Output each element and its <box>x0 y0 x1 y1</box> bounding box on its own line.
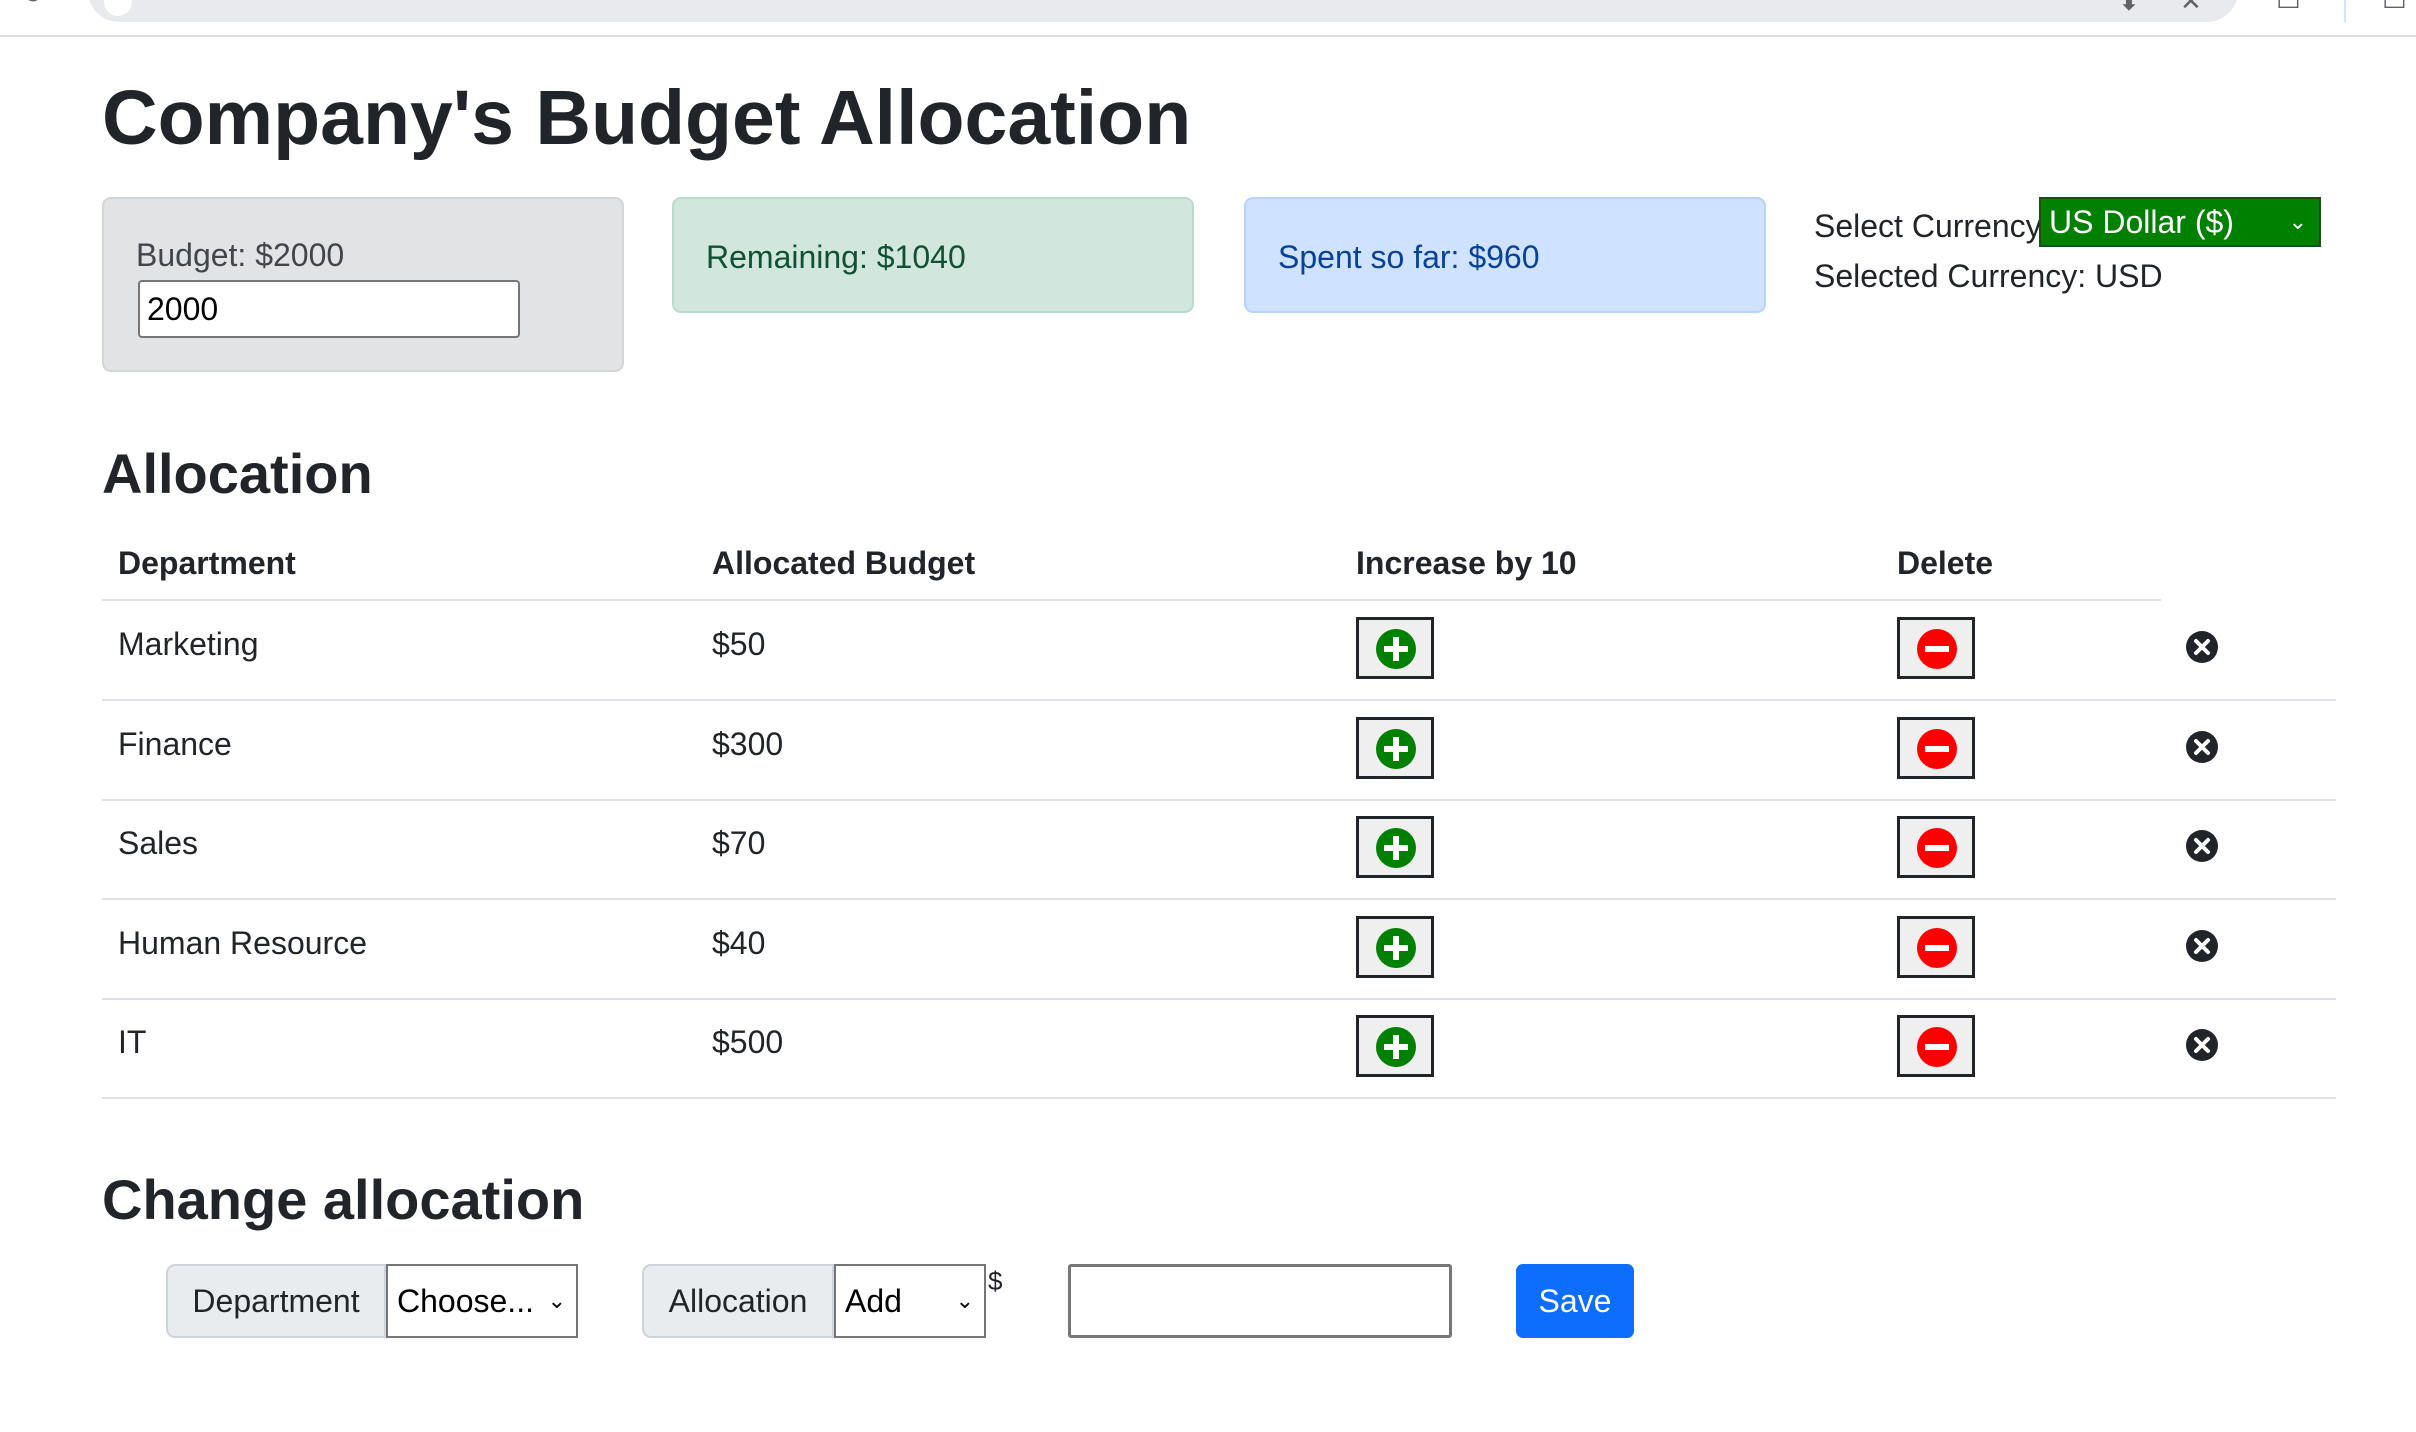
minus-circle-icon <box>1917 927 1957 968</box>
site-info-icon[interactable] <box>104 0 132 16</box>
minus-circle-icon <box>1917 828 1957 868</box>
table-row: Finance $300 <box>102 701 2336 801</box>
table-row: Human Resource $40 <box>102 900 2336 1000</box>
spent-label: Spent so far: $960 <box>1278 239 1540 275</box>
x-circle-icon[interactable] <box>2186 830 2218 862</box>
currency-select-label: Select Currency: <box>1814 208 2051 244</box>
budget-card: Budget: $2000 2000 <box>102 197 624 372</box>
decrease-button[interactable] <box>1897 716 1975 779</box>
department-field-label: Department <box>166 1264 386 1338</box>
decrease-button[interactable] <box>1897 617 1975 679</box>
increase-button[interactable] <box>1356 1015 1434 1077</box>
department-select[interactable]: Choose... ⌄ <box>386 1264 578 1338</box>
table-row: Marketing $50 <box>102 601 2336 701</box>
install-icon[interactable]: ⬇ <box>2118 0 2140 17</box>
plus-circle-icon <box>1376 828 1416 868</box>
table-row: IT $500 <box>102 999 2336 1099</box>
increase-button[interactable] <box>1356 716 1434 779</box>
plus-circle-icon <box>1376 927 1416 968</box>
currency-symbol: $ <box>988 1266 1003 1296</box>
column-header-allocated-budget: Allocated Budget <box>712 545 976 581</box>
x-circle-icon[interactable] <box>2186 631 2218 663</box>
department-cell: IT <box>118 1024 147 1060</box>
allocation-field-label: Allocation <box>642 1264 834 1338</box>
allocated-budget-cell: $40 <box>712 924 766 961</box>
remaining-card: Remaining: $1040 <box>672 197 1194 313</box>
department-cell: Human Resource <box>118 924 367 961</box>
decrease-button[interactable] <box>1897 1015 1975 1077</box>
remaining-label: Remaining: $1040 <box>706 239 966 275</box>
increase-button[interactable] <box>1356 816 1434 878</box>
x-circle-icon[interactable] <box>2186 1029 2218 1061</box>
chevron-down-icon: ⌄ <box>547 1288 566 1313</box>
currency-select-value: US Dollar ($) <box>2049 204 2234 240</box>
increase-button[interactable] <box>1356 617 1434 679</box>
decrease-button[interactable] <box>1897 816 1975 878</box>
allocated-budget-cell: $300 <box>712 725 784 762</box>
allocated-budget-cell: $70 <box>712 825 766 861</box>
budget-input[interactable]: 2000 <box>138 280 520 338</box>
tab-search-icon[interactable]: ▭ <box>2276 0 2301 17</box>
allocation-type-select-value: Add <box>845 1283 902 1319</box>
change-allocation-heading: Change allocation <box>102 1168 585 1231</box>
minus-circle-icon <box>1917 629 1957 669</box>
decrease-button[interactable] <box>1897 915 1975 978</box>
department-cell: Sales <box>118 825 199 861</box>
budget-label: Budget: $2000 <box>136 237 345 273</box>
reload-icon[interactable] <box>22 0 44 12</box>
column-header-delete: Delete <box>1897 545 1994 581</box>
profile-icon[interactable]: ▭ <box>2382 0 2407 17</box>
browser-toolbar: ⬇ ✕ ▭ ▭ <box>0 0 2416 37</box>
minus-circle-icon <box>1917 728 1957 769</box>
chevron-down-icon: ⌄ <box>2288 209 2307 234</box>
department-cell: Finance <box>118 725 232 762</box>
spent-card: Spent so far: $960 <box>1244 197 1766 313</box>
x-circle-icon[interactable] <box>2186 929 2218 962</box>
department-cell: Marketing <box>118 626 259 662</box>
department-select-value: Choose... <box>397 1283 534 1319</box>
save-button[interactable]: Save <box>1516 1264 1634 1338</box>
minus-circle-icon <box>1917 1027 1957 1067</box>
page-title: Company's Budget Allocation <box>102 75 1192 161</box>
column-header-department: Department <box>118 545 296 581</box>
increase-button[interactable] <box>1356 915 1434 978</box>
toolbar-divider <box>2344 0 2346 22</box>
column-header-increase: Increase by 10 <box>1356 545 1577 581</box>
chevron-down-icon: ⌄ <box>955 1288 974 1313</box>
plus-circle-icon <box>1376 1027 1416 1067</box>
bookmark-star-icon[interactable]: ✕ <box>2180 0 2202 17</box>
allocated-budget-cell: $500 <box>712 1024 784 1060</box>
selected-currency-text: Selected Currency: USD <box>1814 258 2163 294</box>
plus-circle-icon <box>1376 629 1416 669</box>
amount-input[interactable] <box>1068 1264 1452 1338</box>
currency-select[interactable]: US Dollar ($) ⌄ <box>2039 197 2321 247</box>
allocated-budget-cell: $50 <box>712 626 766 662</box>
plus-circle-icon <box>1376 728 1416 769</box>
address-bar[interactable] <box>88 0 2238 22</box>
allocation-type-select[interactable]: Add ⌄ <box>834 1264 986 1338</box>
allocation-heading: Allocation <box>102 442 373 505</box>
table-row: Sales $70 <box>102 800 2336 900</box>
x-circle-icon[interactable] <box>2186 730 2218 763</box>
